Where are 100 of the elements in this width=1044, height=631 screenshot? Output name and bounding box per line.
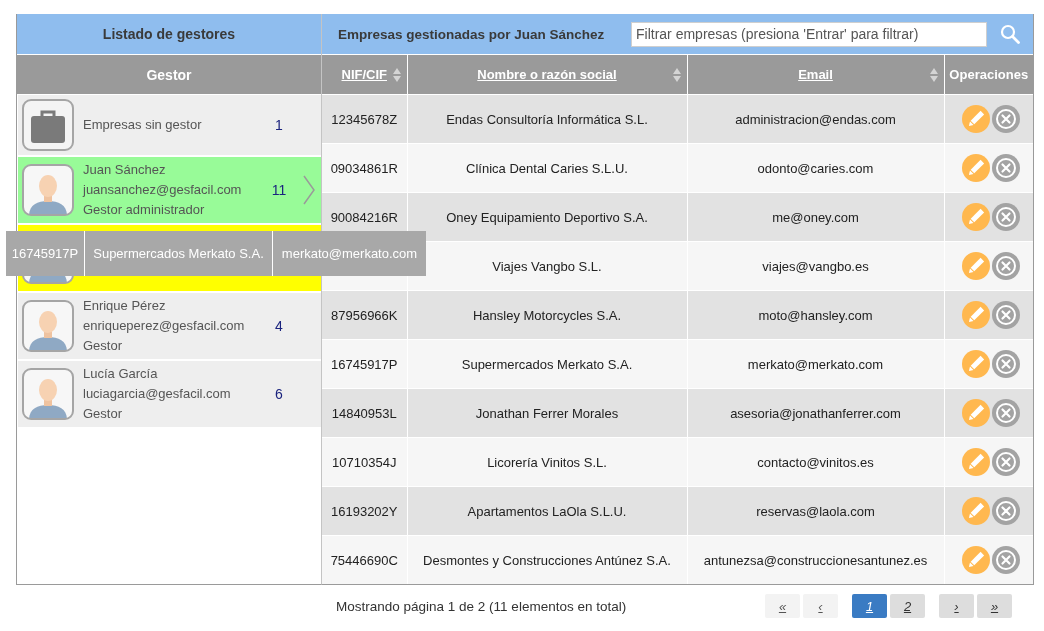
edit-button[interactable]: [961, 301, 990, 329]
company-count: 6: [275, 386, 283, 402]
table-cell: merkato@merkato.com: [687, 339, 944, 389]
edit-button[interactable]: [961, 546, 990, 574]
column-header: Operaciones: [944, 55, 1033, 95]
pencil-icon: [961, 448, 990, 476]
edit-button[interactable]: [961, 497, 990, 525]
manager-email: enriqueperez@gesfacil.com: [83, 317, 246, 335]
page-nav-button[interactable]: ›: [939, 594, 974, 618]
manager-email: juansanchez@gesfacil.com: [83, 181, 243, 199]
table-cell: 10710354J: [322, 437, 407, 487]
table-cell: Clínica Dental Caries S.L.U.: [407, 143, 687, 193]
filter-field[interactable]: Filtrar empresas (presiona 'Entrar' para filtrar): [631, 21, 987, 47]
close-circle-icon: [991, 399, 1020, 427]
pencil-icon: [961, 301, 990, 329]
delete-button[interactable]: [991, 448, 1020, 476]
table-cell: contacto@vinitos.es: [687, 437, 944, 487]
avatar-icon: [22, 300, 74, 352]
table-cell: 12345678Z: [322, 94, 407, 144]
edit-button[interactable]: [961, 154, 990, 182]
sort-icon[interactable]: [392, 66, 401, 83]
table-cell: Desmontes y Construcciones Antúnez S.A.: [407, 535, 687, 584]
delete-button[interactable]: [991, 546, 1020, 574]
close-circle-icon: [991, 546, 1020, 574]
close-circle-icon: [991, 154, 1020, 182]
company-count: 1: [275, 117, 283, 133]
table-cell: 16745917P: [322, 339, 407, 389]
manager-role: Gestor: [83, 405, 123, 423]
table-cell: asesoria@jonathanferrer.com: [687, 388, 944, 438]
close-circle-icon: [991, 105, 1020, 133]
manager-row[interactable]: Juan Sánchez juansanchez@gesfacil.com Gestor administrador 11: [18, 157, 321, 223]
table-cell: Oney Equipamiento Deportivo S.A.: [407, 192, 687, 242]
close-circle-icon: [991, 252, 1020, 280]
nif-text: 16745917P: [11, 246, 79, 261]
pencil-icon: [961, 203, 990, 231]
table-cell: viajes@vangbo.es: [687, 241, 944, 291]
company-count: 4: [275, 318, 283, 334]
delete-button[interactable]: [991, 154, 1020, 182]
company-count: 11: [271, 182, 287, 198]
manager-row[interactable]: Enrique Pérez enriqueperez@gesfacil.com Gestor 4: [18, 293, 321, 359]
table-cell: 75446690C: [322, 535, 407, 584]
close-circle-icon: [991, 301, 1020, 329]
avatar-icon: [22, 164, 74, 216]
page-button[interactable]: 2: [890, 594, 925, 618]
table-cell: me@oney.com: [687, 192, 944, 242]
delete-button[interactable]: [991, 203, 1020, 231]
delete-button[interactable]: [991, 399, 1020, 427]
table-cell: antunezsa@construccionesantunez.es: [687, 535, 944, 584]
pagination-summary: Mostrando página 1 de 2 (11 elementos en total): [336, 598, 628, 614]
pencil-icon: [961, 105, 990, 133]
pencil-icon: [961, 350, 990, 378]
manager-row[interactable]: Empresas sin gestor 1: [18, 95, 321, 155]
manager-name: Lucía García: [83, 365, 159, 383]
panel-title: Empresas gestionadas por Juan Sánchez: [338, 26, 605, 42]
delete-button[interactable]: [991, 105, 1020, 133]
delete-button[interactable]: [991, 350, 1020, 378]
sort-icon[interactable]: [672, 66, 681, 83]
close-circle-icon: [991, 497, 1020, 525]
table-cell: 16193202Y: [322, 486, 407, 536]
edit-button[interactable]: [961, 399, 990, 427]
table-cell: Supermercados Merkato S.A.: [407, 339, 687, 389]
pencil-icon: [961, 154, 990, 182]
table-cell: Hansley Motorcycles S.A.: [407, 290, 687, 340]
delete-button[interactable]: [991, 301, 1020, 329]
edit-button[interactable]: [961, 252, 990, 280]
manager-name: Enrique Pérez: [83, 297, 167, 315]
sort-icon[interactable]: [929, 66, 938, 83]
manager-row[interactable]: Lucía García luciagarcia@gesfacil.com Gestor 6: [18, 361, 321, 427]
briefcase-icon: [22, 99, 74, 151]
edit-button[interactable]: [961, 105, 990, 133]
search-icon: [1000, 24, 1020, 44]
pencil-icon: [961, 252, 990, 280]
table-cell: 87956966K: [322, 290, 407, 340]
delete-button[interactable]: [991, 252, 1020, 280]
email-text: merkato@merkato.com: [281, 246, 418, 261]
page-button[interactable]: 1: [852, 594, 887, 618]
manager-role: Gestor administrador: [83, 201, 206, 219]
table-cell: Jonathan Ferrer Morales: [407, 388, 687, 438]
column-header: Gestor: [17, 55, 321, 94]
avatar-icon: [22, 368, 74, 420]
close-circle-icon: [991, 448, 1020, 476]
table-cell: 09034861R: [322, 143, 407, 193]
table-cell: 14840953L: [322, 388, 407, 438]
edit-button[interactable]: [961, 350, 990, 378]
close-circle-icon: [991, 203, 1020, 231]
company-name: Supermercados Merkato S.A.: [93, 246, 264, 261]
edit-button[interactable]: [961, 203, 990, 231]
table-cell: reservas@laola.com: [687, 486, 944, 536]
table-cell: Apartamentos LaOla S.L.U.: [407, 486, 687, 536]
pencil-icon: [961, 497, 990, 525]
manager-name: Empresas sin gestor: [83, 116, 203, 134]
edit-button[interactable]: [961, 448, 990, 476]
table-cell: administracion@endas.com: [687, 94, 944, 144]
manager-email: luciagarcia@gesfacil.com: [83, 385, 232, 403]
table-cell: Licorería Vinitos S.L.: [407, 437, 687, 487]
table-cell: odonto@caries.com: [687, 143, 944, 193]
delete-button[interactable]: [991, 497, 1020, 525]
panel-title: Listado de gestores: [102, 26, 236, 42]
page-nav-button[interactable]: »: [977, 594, 1012, 618]
table-cell: Endas Consultoría Informática S.L.: [407, 94, 687, 144]
